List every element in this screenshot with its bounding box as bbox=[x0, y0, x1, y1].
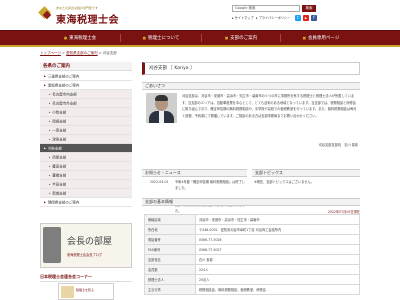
site-name[interactable]: 東海税理士会 bbox=[56, 11, 119, 26]
topics-heading: 支部トピックス bbox=[252, 169, 360, 177]
table-key: 主な行事 bbox=[144, 284, 196, 295]
league-banner[interactable]: 税理士を知る bbox=[58, 283, 114, 300]
nav-item-branches[interactable]: 支部のご案内 bbox=[202, 31, 280, 45]
sidebar-item-ichinomiya[interactable]: 一宮支部 bbox=[40, 126, 132, 135]
sidebar-item-tsushima[interactable]: 津島支部 bbox=[40, 135, 132, 144]
president-blog-banner[interactable]: 会長の部屋 東海税理士会会長ブログ bbox=[40, 223, 132, 268]
breadcrumb-current: 刈谷支部 bbox=[102, 51, 117, 55]
facebook-icon[interactable]: f bbox=[311, 15, 317, 21]
banner-title: 会長の部屋 bbox=[67, 237, 113, 247]
global-nav: 東海税理士会 税理士について 支部のご案内 会員専用ページ bbox=[0, 30, 400, 47]
table-row: 税理士法人 25法人 bbox=[144, 274, 360, 285]
sidebar-item-shizuoka[interactable]: 静岡県支部のご案内 bbox=[40, 198, 132, 207]
search-input[interactable]: Google 検索 bbox=[232, 5, 300, 12]
league-banner-image bbox=[61, 286, 74, 298]
table-value: 〒448-0032 愛知県刈谷市幸町1丁目 刈谷商工会議所内 bbox=[195, 224, 360, 235]
table-value: 25法人 bbox=[195, 274, 360, 285]
breadcrumb-parent[interactable]: 愛知県支部のご案内 bbox=[66, 51, 98, 55]
sidebar-item-okazaki[interactable]: 岡崎支部 bbox=[40, 117, 132, 126]
table-row: 電話番号 0566-77-5026 bbox=[144, 234, 360, 245]
table-value: 0566-77-5026 bbox=[195, 234, 360, 245]
president-photo bbox=[43, 227, 61, 263]
sidebar-item-nagoya-city[interactable]: 名古屋市内支部 bbox=[40, 90, 132, 99]
table-value: 224人 bbox=[195, 264, 360, 275]
table-row: 主な行事 税務相談会、無料税務相談、租税教室、研修会 bbox=[144, 284, 360, 295]
search-button[interactable]: 検索 bbox=[302, 5, 316, 12]
table-row: 所在地 〒448-0032 愛知県刈谷市幸町1丁目 刈谷商工会議所内 bbox=[144, 224, 360, 235]
table-key: 税理士法人 bbox=[144, 274, 196, 285]
greeting-heading: ごあいさつ bbox=[142, 82, 360, 90]
sitemap-link[interactable]: サイトマップ bbox=[232, 15, 254, 21]
sidebar-item-handa[interactable]: 半田支部 bbox=[40, 180, 132, 189]
table-row: 管轄区域 刈谷市・安城市・高浜市・知立市・碧南市 bbox=[144, 214, 360, 225]
table-row: 会員数 224人 bbox=[144, 264, 360, 275]
table-key: FAX番号 bbox=[144, 244, 196, 255]
branch-info-table: 管轄区域 刈谷市・安城市・高浜市・知立市・碧南市 所在地 〒448-0032 愛知県… bbox=[144, 214, 360, 295]
table-row: 支部長名 石川 泰慶 bbox=[144, 254, 360, 265]
topics-text: ※現在、支部トピックスはございません。 bbox=[254, 180, 314, 184]
table-value: 石川 泰慶 bbox=[195, 254, 360, 265]
sidebar-item-toyohashi[interactable]: 豊橋支部 bbox=[40, 171, 132, 180]
table-key: 所在地 bbox=[144, 224, 196, 235]
nav-item-about-tax-accountants[interactable]: 税理士について bbox=[121, 31, 201, 45]
site-tagline: あなたの身近な税の専門家です bbox=[56, 6, 99, 10]
banner-subtitle: 東海税理士会会長ブログ bbox=[67, 253, 103, 257]
news-date: 2022-04-01 bbox=[150, 180, 169, 184]
table-value: 0566-77-5027 bbox=[195, 244, 360, 255]
table-key: 会員数 bbox=[144, 264, 196, 275]
sidebar-heading: 各県のご案内 bbox=[40, 62, 132, 71]
table-value: 刈谷市・安城市・高浜市・知立市・碧南市 bbox=[195, 214, 360, 225]
sidebar-item-aichi[interactable]: 愛知県支部のご案内 bbox=[40, 81, 132, 90]
news-text[interactable]: 令和4年度「確定申告期 無料税務相談」は終了しました。 bbox=[175, 179, 247, 191]
nav-item-members-page[interactable]: 会員専用ページ bbox=[281, 31, 361, 45]
nav-item-association[interactable]: 東海税理士会 bbox=[40, 31, 120, 45]
youtube-icon[interactable]: ▶ bbox=[303, 15, 309, 21]
breadcrumb-home[interactable]: トップページ bbox=[40, 51, 61, 55]
sidebar-item-nishio[interactable]: 西尾支部 bbox=[40, 153, 132, 162]
greeting-text: 刈谷支部は、刈谷市・安城市・高浜市・知立市・碧南市の５つの市に事務所を有する税理… bbox=[182, 94, 357, 118]
sidebar-item-nagoya-outside[interactable]: 名古屋市外支部 bbox=[40, 99, 132, 108]
info-heading: 支部の基本情報 bbox=[142, 198, 360, 206]
branch-chief-photo bbox=[146, 93, 177, 123]
twitter-icon[interactable]: t bbox=[295, 15, 301, 21]
sidebar-item-komaki[interactable]: 小牧支部 bbox=[40, 108, 132, 117]
table-key: 管轄区域 bbox=[144, 214, 196, 225]
table-value: 税務相談会、無料税務相談、租税教室、研修会 bbox=[195, 284, 360, 295]
table-key: 電話番号 bbox=[144, 234, 196, 245]
breadcrumb: トップページ > 愛知県支部のご案内 > 刈谷支部 bbox=[40, 51, 117, 56]
league-corner-heading: 日本税理士会連合会コーナー bbox=[40, 272, 132, 282]
greeting-signature: 刈谷支部支部長 石川 泰慶 bbox=[318, 143, 358, 147]
league-banner-text: 税理士を知る bbox=[76, 288, 95, 292]
table-row: FAX番号 0566-77-5027 bbox=[144, 244, 360, 255]
sidebar-item-kariya[interactable]: 刈谷支部 bbox=[40, 144, 132, 153]
sidebar-item-mie[interactable]: 三重県支部のご案内 bbox=[40, 72, 132, 81]
page-title: 刈谷支部 ［ Kariya ］ bbox=[142, 62, 360, 75]
sidebar-item-toyota[interactable]: 豊田支部 bbox=[40, 162, 132, 171]
sidebar-item-shinshiro[interactable]: 新城支部 bbox=[40, 189, 132, 198]
news-heading: お知らせ・ニュース bbox=[142, 169, 247, 177]
table-key: 支部長名 bbox=[144, 254, 196, 265]
logo-icon[interactable] bbox=[38, 6, 53, 21]
news-item: 2022-04-01 令和4年度「確定申告期 無料税務相談」は終了しました。 bbox=[142, 179, 247, 199]
privacy-policy-link[interactable]: プライバシーポリシー bbox=[256, 15, 291, 21]
